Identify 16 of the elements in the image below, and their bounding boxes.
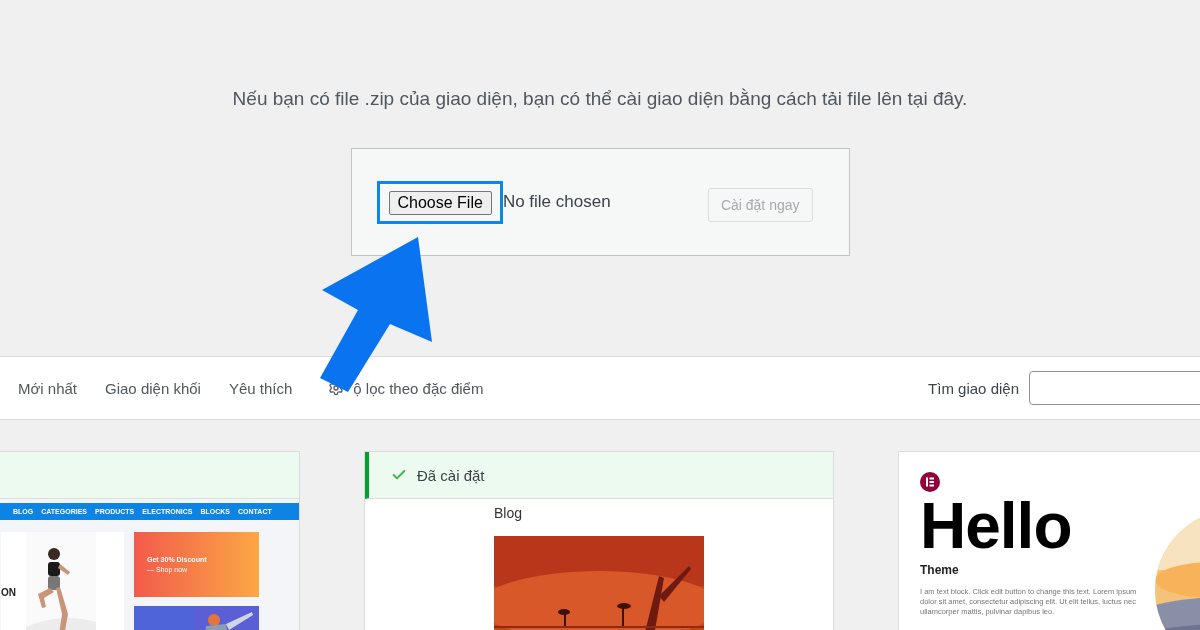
filter-tab[interactable]: Giao diện khối xyxy=(105,379,201,397)
theme-card[interactable]: Đã cài đặt Blog xyxy=(364,451,834,630)
search-label: Tìm giao diện xyxy=(928,379,1019,397)
blog-heading: Blog xyxy=(494,505,524,521)
search-field[interactable] xyxy=(1029,371,1200,405)
installed-label: Đã cài đặt xyxy=(417,466,485,484)
feature-filter-link[interactable]: ộ lọc theo đặc điểm xyxy=(353,379,484,397)
hero-text: ON xyxy=(1,586,16,598)
filter-tab[interactable]: Mới nhất xyxy=(18,379,78,397)
file-status: No file chosen xyxy=(502,192,611,212)
choose-file-button[interactable]: Choose File xyxy=(388,190,492,215)
hero-subtitle: Theme xyxy=(920,563,960,577)
logo-icon xyxy=(920,472,940,492)
filter-tab[interactable]: Yêu thích xyxy=(228,379,293,397)
hero-title: Hello xyxy=(920,494,1073,558)
upload-instructions: Nếu bạn có file .zip của giao diện, bạn có thể cài giao diện bằng cách tải file lên tại đây. xyxy=(232,88,968,110)
